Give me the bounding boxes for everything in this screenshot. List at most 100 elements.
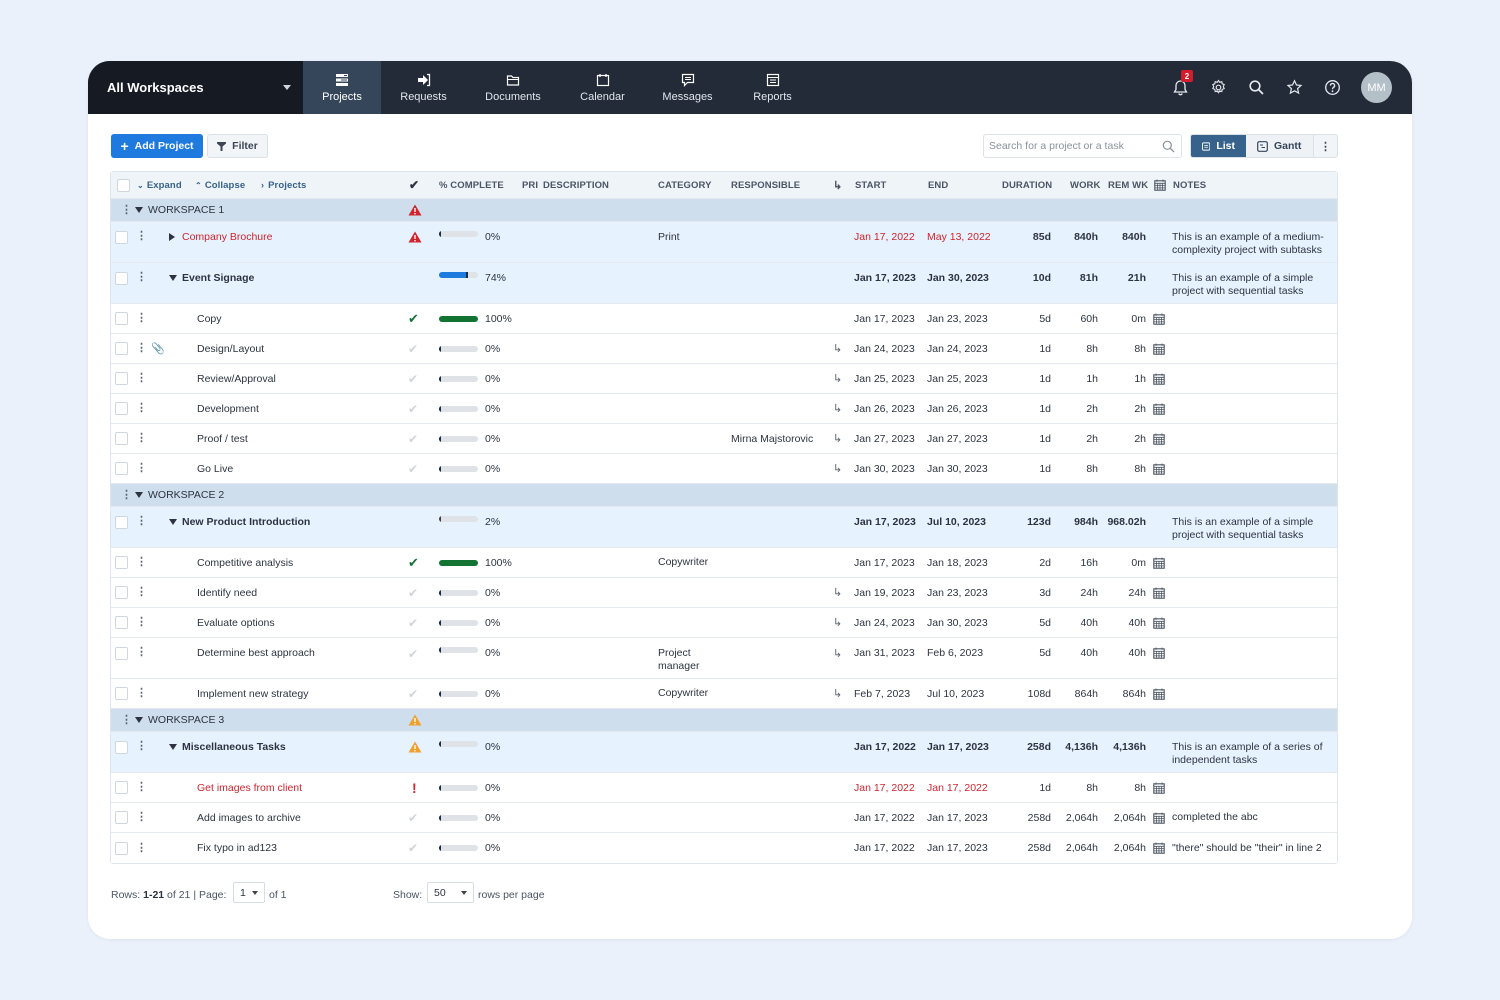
paperclip-icon[interactable]: 📎 <box>151 334 165 363</box>
end-date[interactable]: Jan 26, 2023 <box>927 394 988 423</box>
work-cell[interactable]: 8h <box>1041 773 1098 802</box>
work-cell[interactable]: 1h <box>1041 364 1098 393</box>
row-checkbox[interactable] <box>115 647 128 660</box>
task-name[interactable]: Competitive analysis <box>197 548 293 577</box>
check-pending-icon[interactable]: ✔ <box>408 394 418 423</box>
search-icon[interactable] <box>1162 140 1175 153</box>
drag-handle[interactable]: ⋮ <box>121 484 132 506</box>
collapse-toggle[interactable] <box>135 199 143 221</box>
task-row[interactable]: ⋮ Add images to archive ✔ 0% Jan 17, 2022 Jan… <box>111 803 1337 833</box>
remaining-work-cell[interactable]: 40h <box>1091 638 1146 678</box>
task-row[interactable]: ⋮ Fix typo in ad123 ✔ 0% Jan 17, 2022 Jan 17,… <box>111 833 1337 863</box>
row-menu-handle[interactable]: ⋮ <box>136 578 147 607</box>
check-pending-icon[interactable]: ✔ <box>408 638 418 678</box>
remaining-work-cell[interactable]: 0m <box>1091 548 1146 577</box>
row-checkbox[interactable] <box>115 402 128 415</box>
remaining-work-cell[interactable]: 864h <box>1091 679 1146 708</box>
notifications-button[interactable]: 2 <box>1161 61 1199 114</box>
work-cell[interactable]: 40h <box>1041 638 1098 678</box>
start-date[interactable]: Jan 17, 2022 <box>854 222 915 262</box>
row-checkbox[interactable] <box>115 586 128 599</box>
task-row[interactable]: ⋮ 📎 Design/Layout ✔ 0% ↳ Jan 24, 2023 Jan 24, 2… <box>111 334 1337 364</box>
expand-toggle[interactable] <box>169 732 177 772</box>
start-date[interactable]: Jan 17, 2022 <box>854 833 915 863</box>
check-pending-icon[interactable]: ✔ <box>408 364 418 393</box>
row-menu-handle[interactable]: ⋮ <box>136 424 147 453</box>
row-menu-handle[interactable]: ⋮ <box>136 454 147 483</box>
row-checkbox[interactable] <box>115 312 128 325</box>
expand-toggle[interactable] <box>169 263 177 303</box>
check-pending-icon[interactable]: ✔ <box>408 424 418 453</box>
work-cell[interactable]: 40h <box>1041 608 1098 637</box>
check-pending-icon[interactable]: ✔ <box>408 454 418 483</box>
nav-messages[interactable]: Messages <box>645 61 730 114</box>
check-pending-icon[interactable]: ✔ <box>408 334 418 363</box>
help-button[interactable] <box>1313 61 1351 114</box>
work-cell[interactable]: 2,064h <box>1041 833 1098 863</box>
task-name[interactable]: Identify need <box>197 578 257 607</box>
check-done-icon[interactable]: ✔ <box>408 548 419 577</box>
notes-cell[interactable]: This is an example of a medium-complexit… <box>1172 222 1330 262</box>
work-cell[interactable]: 16h <box>1041 548 1098 577</box>
col-rem-wk[interactable]: REM WK <box>1108 172 1148 198</box>
check-pending-icon[interactable]: ✔ <box>408 578 418 607</box>
remaining-work-cell[interactable]: 968.02h <box>1091 507 1146 547</box>
end-date[interactable]: Jan 17, 2023 <box>927 803 988 832</box>
work-cell[interactable]: 60h <box>1041 304 1098 333</box>
col-description[interactable]: DESCRIPTION <box>543 172 609 198</box>
notes-cell[interactable]: This is an example of a series of indepe… <box>1172 732 1330 772</box>
row-menu-handle[interactable]: ⋮ <box>136 548 147 577</box>
task-row[interactable]: ⋮ Go Live ✔ 0% ↳ Jan 30, 2023 Jan 30, 2023 1d 8h… <box>111 454 1337 484</box>
row-menu-handle[interactable]: ⋮ <box>136 608 147 637</box>
row-menu-handle[interactable]: ⋮ <box>136 304 147 333</box>
row-checkbox[interactable] <box>115 616 128 629</box>
row-menu-handle[interactable]: ⋮ <box>136 507 147 547</box>
remaining-work-cell[interactable]: 2,064h <box>1091 833 1146 863</box>
task-name[interactable]: Development <box>197 394 259 423</box>
calendar-icon[interactable] <box>1153 679 1165 708</box>
end-date[interactable]: Jan 18, 2023 <box>927 548 988 577</box>
remaining-work-cell[interactable]: 2,064h <box>1091 803 1146 832</box>
task-row[interactable]: ⋮ Identify need ✔ 0% ↳ Jan 19, 2023 Jan 23, 20… <box>111 578 1337 608</box>
project-name[interactable]: New Product Introduction <box>182 507 310 547</box>
row-menu-handle[interactable]: ⋮ <box>136 732 147 772</box>
status-column-check-icon[interactable]: ✔ <box>409 172 419 198</box>
col-pri[interactable]: PRI <box>522 172 538 198</box>
col-work[interactable]: WORK <box>1070 172 1100 198</box>
end-date[interactable]: Feb 6, 2023 <box>927 638 983 678</box>
task-name[interactable]: Go Live <box>197 454 233 483</box>
row-menu-handle[interactable]: ⋮ <box>136 803 147 832</box>
expand-all-button[interactable]: ⌄ Expand <box>137 172 182 198</box>
calendar-icon[interactable] <box>1153 578 1165 607</box>
select-all-checkbox[interactable] <box>117 178 130 192</box>
task-row[interactable]: ⋮ Determine best approach ✔ 0% Project manag… <box>111 638 1337 679</box>
project-row[interactable]: ⋮ New Product Introduction 2% Jan 17, 2023 J… <box>111 507 1337 548</box>
task-name[interactable]: Implement new strategy <box>197 679 308 708</box>
task-row[interactable]: ⋮ Evaluate options ✔ 0% ↳ Jan 24, 2023 Jan 30,… <box>111 608 1337 638</box>
nav-requests[interactable]: Requests <box>381 61 466 114</box>
calendar-icon[interactable] <box>1153 334 1165 363</box>
task-row[interactable]: ⋮ Copy ✔ 100% Jan 17, 2023 Jan 23, 2023 5d 60h 0… <box>111 304 1337 334</box>
task-name[interactable]: Review/Approval <box>197 364 276 393</box>
row-menu-handle[interactable]: ⋮ <box>136 364 147 393</box>
row-checkbox[interactable] <box>115 811 128 824</box>
start-date[interactable]: Feb 7, 2023 <box>854 679 910 708</box>
calendar-icon[interactable] <box>1153 773 1165 802</box>
calendar-icon[interactable] <box>1153 424 1165 453</box>
workspace-row[interactable]: ⋮ WORKSPACE 3 <box>111 709 1337 732</box>
work-cell[interactable]: 984h <box>1041 507 1098 547</box>
calendar-icon[interactable] <box>1153 638 1165 678</box>
task-row[interactable]: ⋮ Competitive analysis ✔ 100% Copywriter Jan … <box>111 548 1337 578</box>
start-date[interactable]: Jan 25, 2023 <box>854 364 915 393</box>
check-pending-icon[interactable]: ✔ <box>408 833 418 863</box>
col-complete[interactable]: % COMPLETE <box>439 172 504 198</box>
check-done-icon[interactable]: ✔ <box>408 304 419 333</box>
start-date[interactable]: Jan 19, 2023 <box>854 578 915 607</box>
drag-handle[interactable]: ⋮ <box>121 709 132 731</box>
row-menu-handle[interactable]: ⋮ <box>136 222 147 262</box>
row-checkbox[interactable] <box>115 687 128 700</box>
end-date[interactable]: Jan 17, 2023 <box>927 732 989 772</box>
work-cell[interactable]: 864h <box>1041 679 1098 708</box>
work-cell[interactable]: 2h <box>1041 424 1098 453</box>
search-button[interactable] <box>1237 61 1275 114</box>
